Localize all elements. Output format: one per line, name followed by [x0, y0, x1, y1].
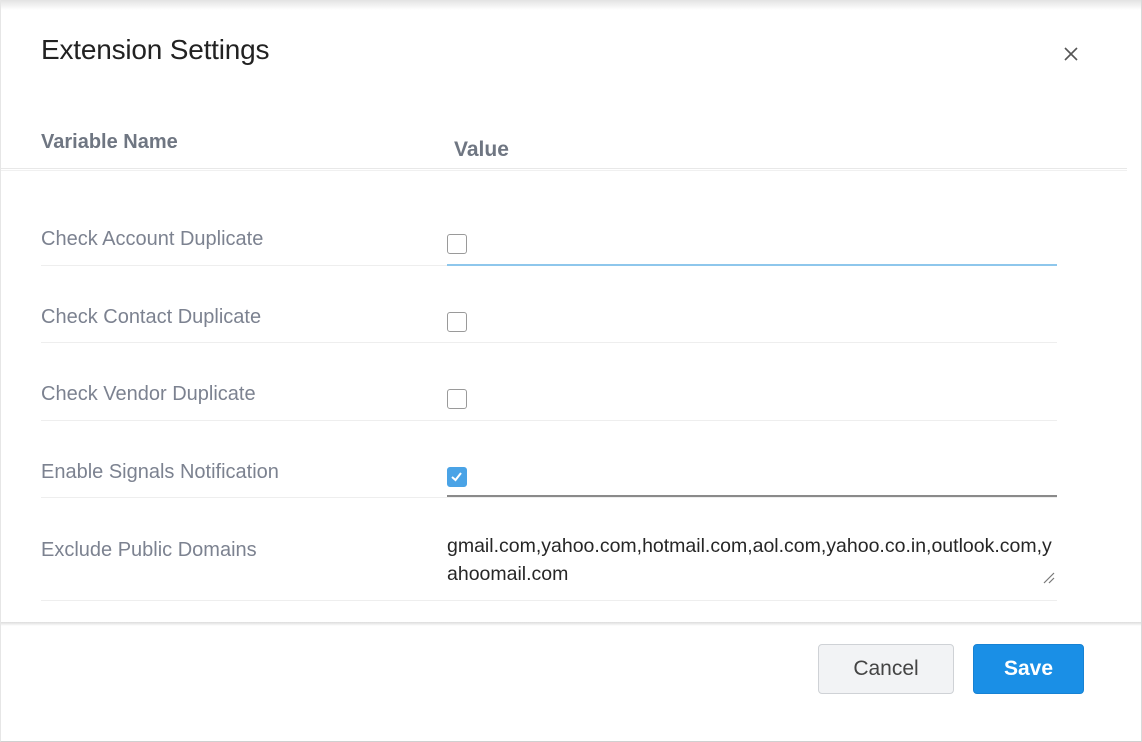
resize-handle-icon[interactable]: [1041, 570, 1055, 584]
close-icon: [1064, 47, 1078, 61]
row-divider: [41, 342, 1057, 343]
column-header-value: Value: [454, 138, 509, 161]
checkbox-check-contact-duplicate[interactable]: [447, 312, 467, 332]
save-button[interactable]: Save: [973, 644, 1084, 694]
close-button[interactable]: [1057, 40, 1085, 68]
column-header-variable-name: Variable Name: [41, 131, 178, 153]
top-shadow: [1, 0, 1141, 10]
row-label-exclude-public-domains: Exclude Public Domains: [41, 539, 257, 561]
row-divider: [41, 497, 1057, 498]
row-label-check-contact-duplicate: Check Contact Duplicate: [41, 306, 262, 328]
footer-divider: [1, 622, 1141, 626]
cancel-button[interactable]: Cancel: [818, 644, 954, 694]
row-divider: [41, 420, 1057, 421]
checkbox-check-vendor-duplicate[interactable]: [447, 389, 467, 409]
header-divider: [1, 168, 1127, 171]
row-divider: [41, 600, 1057, 601]
extension-settings-dialog: Extension Settings Variable Name Value C…: [0, 0, 1142, 742]
row-label-check-vendor-duplicate: Check Vendor Duplicate: [41, 383, 256, 405]
value-underline: [447, 495, 1057, 497]
checkbox-enable-signals-notification[interactable]: [447, 467, 467, 487]
dialog-title: Extension Settings: [41, 34, 270, 65]
row-label-check-account-duplicate: Check Account Duplicate: [41, 228, 264, 250]
value-underline-focused: [447, 264, 1057, 266]
checkmark-icon: [451, 472, 462, 482]
checkbox-check-account-duplicate[interactable]: [447, 234, 467, 254]
exclude-public-domains-textarea[interactable]: gmail.com,yahoo.com,hotmail.com,aol.com,…: [447, 532, 1059, 588]
row-label-enable-signals-notification: Enable Signals Notification: [41, 461, 279, 483]
